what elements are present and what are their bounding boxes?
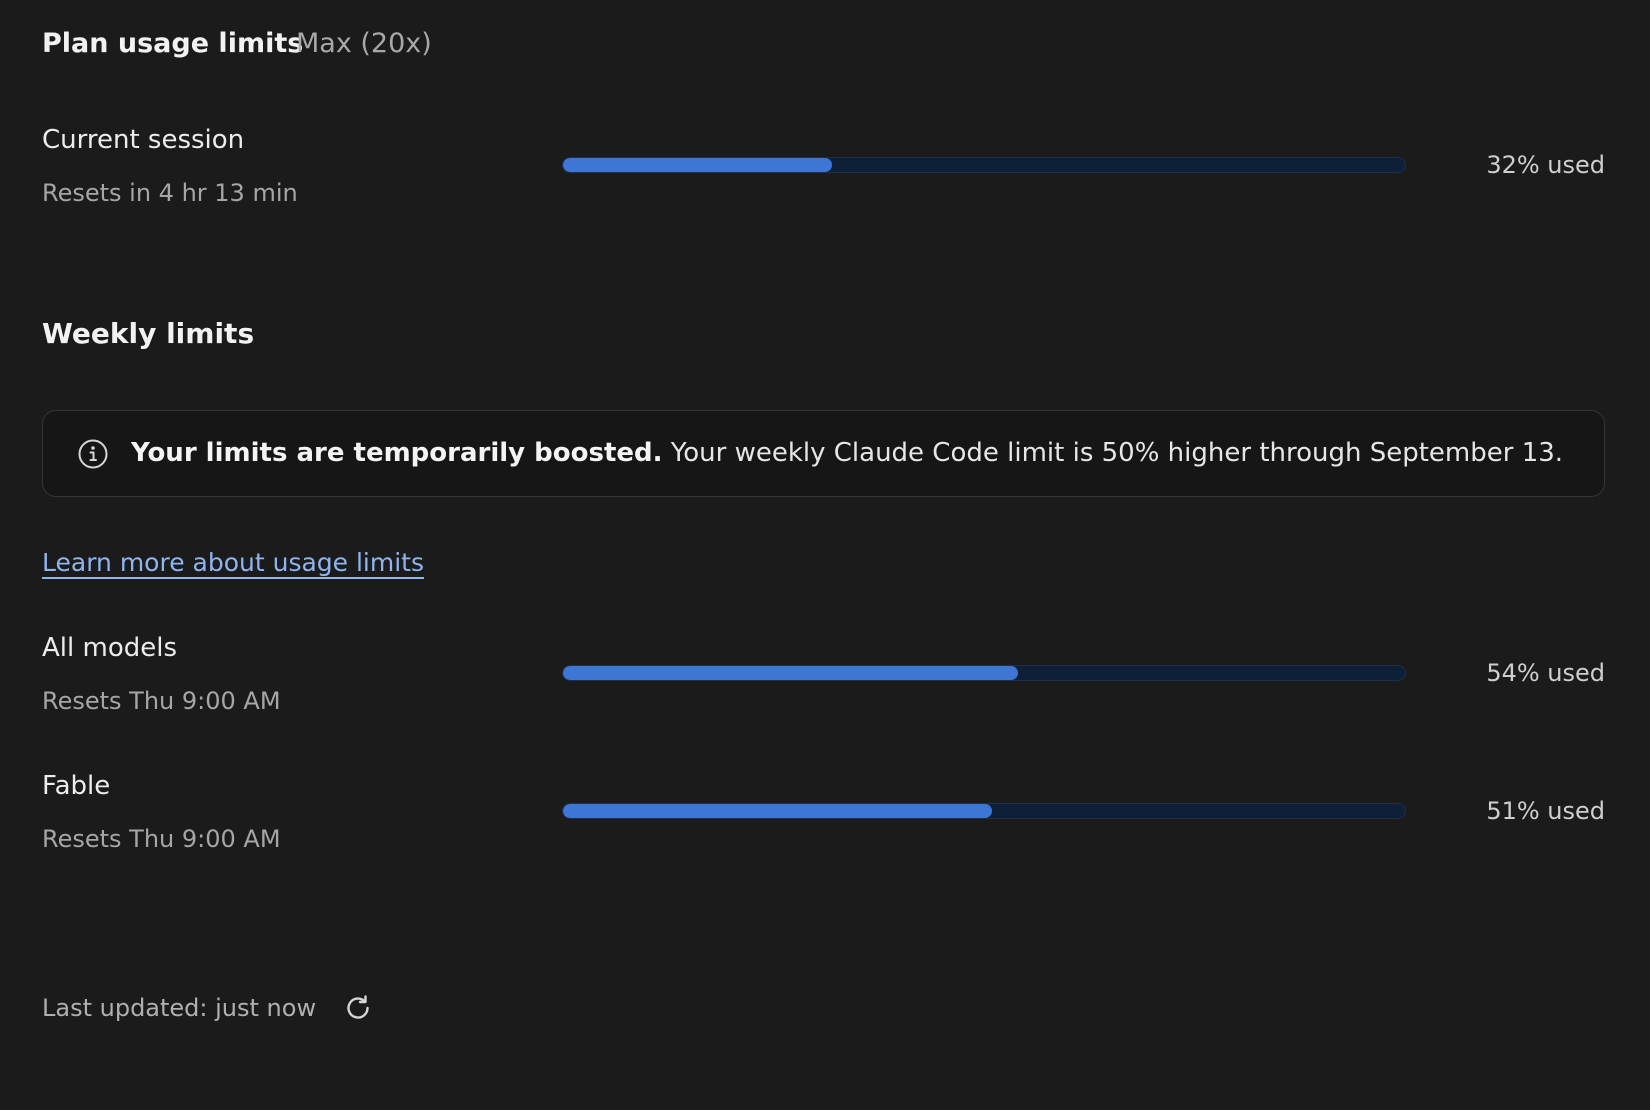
all-models-percent: 54% used: [1486, 659, 1605, 687]
learn-more-link[interactable]: Learn more about usage limits: [42, 544, 424, 582]
all-models-progress-bar: [562, 665, 1406, 681]
info-icon: [78, 439, 108, 469]
all-models-progress-fill: [563, 666, 1018, 680]
boost-notice-bold: Your limits are temporarily boosted.: [131, 438, 663, 468]
boost-notice: Your limits are temporarily boosted. You…: [42, 410, 1605, 497]
boost-notice-detail: Your weekly Claude Code limit is 50% hig…: [662, 438, 1564, 468]
current-session-progress-fill: [563, 158, 833, 172]
current-session-progress-bar: [562, 157, 1406, 173]
refresh-icon[interactable]: [342, 992, 374, 1024]
page-title: Plan usage limits: [42, 28, 304, 59]
fable-progress-bar: [562, 803, 1406, 819]
weekly-limits-heading: Weekly limits: [42, 317, 255, 350]
plan-badge: Max (20x): [296, 28, 432, 59]
current-session-reset: Resets in 4 hr 13 min: [42, 179, 298, 207]
current-session-percent: 32% used: [1486, 151, 1605, 179]
boost-notice-text: Your limits are temporarily boosted. You…: [131, 433, 1563, 473]
fable-percent: 51% used: [1486, 797, 1605, 825]
fable-reset: Resets Thu 9:00 AM: [42, 825, 281, 853]
last-updated-text: Last updated: just now: [42, 994, 317, 1022]
all-models-reset: Resets Thu 9:00 AM: [42, 687, 281, 715]
all-models-label: All models: [42, 633, 178, 663]
fable-progress-fill: [563, 804, 993, 818]
current-session-label: Current session: [42, 125, 245, 155]
fable-label: Fable: [42, 771, 111, 801]
